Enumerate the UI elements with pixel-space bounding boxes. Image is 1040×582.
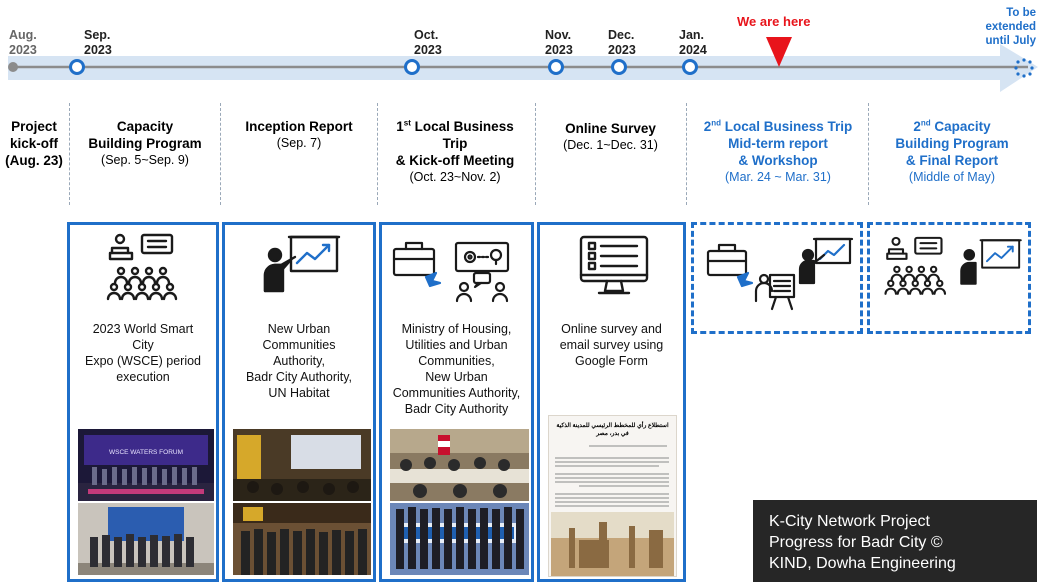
extension-label: To be extended until July <box>985 7 1037 47</box>
milestone-label-oct: Oct. 2023 <box>414 28 442 57</box>
milestone-label-dec: Dec. 2023 <box>608 28 636 57</box>
phase-divider <box>535 103 536 205</box>
timeline <box>8 37 1038 92</box>
expo-group-photo <box>78 503 214 575</box>
milestone-label-jan: Jan. 2024 <box>679 28 707 57</box>
expo-photo-banner: WSCE WATERS FORUM <box>109 449 183 456</box>
phase-online-survey: Online Survey (Dec. 1~Dec. 31) <box>563 121 658 152</box>
box-description: Ministry of Housing, Utilities and Urban C… <box>392 322 521 416</box>
online-survey-icon <box>579 235 649 295</box>
phase-capacity-building: Capacity Building Program (Sep. 5~Sep. 9) <box>88 119 202 167</box>
milestone-dot-nov <box>548 59 564 75</box>
group-photo <box>233 503 371 575</box>
classroom-icon <box>106 233 178 301</box>
box-description: 2023 World Smart City Expo (WSCE) period ex… <box>84 322 201 384</box>
box-description: New Urban Communities Authority, Badr City … <box>245 322 353 400</box>
survey-form-title: استطلاع رأي للمخطط الرئيسي للمدينة الذكي… <box>556 423 669 437</box>
phase-box-online-survey: Online survey and email survey using Googl… <box>537 222 686 582</box>
presentation-icon <box>960 239 1022 285</box>
business-trip-icon <box>392 241 510 303</box>
ministry-meeting-photo <box>390 429 529 501</box>
phase-box-capacity-building: 2023 World Smart City Expo (WSCE) period ex… <box>67 222 219 582</box>
milestone-dot-oct <box>404 59 420 75</box>
box-description: Online survey and email survey using Googl… <box>559 322 664 368</box>
phase-box-inception-report: New Urban Communities Authority, Badr City … <box>222 222 376 582</box>
kickoff-meeting-photo <box>390 503 529 575</box>
phase-divider <box>686 103 687 205</box>
phase-box-first-business-trip: Ministry of Housing, Utilities and Urban C… <box>379 222 534 582</box>
milestone-dot-sep <box>69 59 85 75</box>
milestone-dot-aug <box>8 62 18 72</box>
phase-divider <box>377 103 378 205</box>
milestone-label-aug: Aug. 2023 <box>9 28 37 57</box>
classroom-icon <box>884 236 947 295</box>
business-trip-workshop-icon <box>706 237 854 311</box>
image-caption: K-City Network Project Progress for Badr… <box>753 500 1037 582</box>
milestone-dot-dec <box>611 59 627 75</box>
expo-stage-photo: WSCE WATERS FORUM <box>78 429 214 501</box>
phase-second-business-trip: 2nd Local Business Trip Mid-term report … <box>703 118 853 184</box>
phase-divider <box>220 103 221 205</box>
milestone-label-sep: Sep. 2023 <box>84 28 112 57</box>
survey-form-text-lines <box>551 445 674 576</box>
phase-inception-report: Inception Report (Sep. 7) <box>245 119 353 150</box>
phase-kickoff: Project kick-off (Aug. 23) <box>5 119 63 168</box>
phase-second-capacity-building: 2nd Capacity Building Program & Final Re… <box>895 118 1009 184</box>
milestone-dot-jan <box>682 59 698 75</box>
meeting-photo <box>233 429 371 501</box>
we-are-here-label: We are here <box>737 14 811 29</box>
phase-first-business-trip: 1st Local Business Trip & Kick-off Meeti… <box>395 118 515 184</box>
phase-box-second-capacity-building <box>867 222 1031 334</box>
phase-divider <box>69 103 70 205</box>
milestone-label-nov: Nov. 2023 <box>545 28 573 57</box>
survey-form-preview: استطلاع رأي للمخطط الرئيسي للمدينة الذكي… <box>548 415 677 577</box>
phase-box-second-business-trip <box>691 222 863 334</box>
phase-divider <box>868 103 869 205</box>
presentation-icon <box>263 235 341 293</box>
